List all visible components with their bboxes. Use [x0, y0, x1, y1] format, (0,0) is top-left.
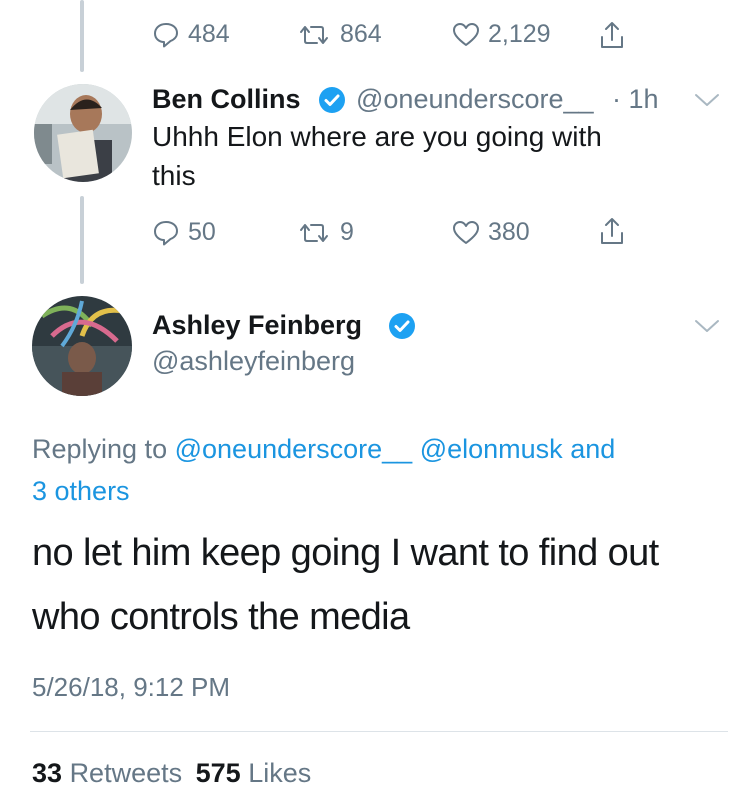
reply-action[interactable]: 50: [152, 218, 216, 247]
like-count: 2,129: [488, 20, 551, 48]
verified-badge-icon: [319, 87, 345, 113]
like-action[interactable]: 380: [452, 218, 530, 247]
avatar-ben-collins[interactable]: [34, 84, 132, 182]
reply-mention-link[interactable]: @elonmusk: [420, 434, 563, 464]
retweets-count: 33: [32, 758, 63, 788]
reply-count: 484: [188, 20, 230, 48]
author-handle[interactable]: @oneunderscore__: [356, 84, 594, 115]
stats-divider: [30, 731, 728, 732]
share-icon: [601, 218, 623, 244]
tweet-text-line2: who controls the media: [32, 596, 410, 638]
avatar-ashley-feinberg[interactable]: [32, 296, 132, 396]
likes-label: Likes: [248, 758, 312, 788]
share-action[interactable]: [598, 20, 626, 50]
reply-count: 50: [188, 218, 216, 246]
retweet-icon: [300, 25, 328, 44]
retweet-count: 864: [340, 20, 382, 48]
tweet-time[interactable]: · 1h: [612, 84, 659, 115]
tweet-text-line1: no let him keep going I want to find out: [32, 532, 659, 574]
chevron-down-icon[interactable]: [694, 92, 720, 108]
heart-icon: [453, 220, 479, 244]
reply-icon: [154, 220, 178, 245]
share-icon: [601, 22, 623, 48]
heart-icon: [453, 22, 479, 46]
replying-to-label: Replying to: [32, 434, 168, 464]
tweet-text-line1: Uhhh Elon where are you going with: [152, 121, 602, 152]
author-handle[interactable]: @ashleyfeinberg: [152, 346, 355, 377]
avatar-photo: [34, 84, 132, 182]
retweets-stat[interactable]: 33 Retweets: [32, 758, 190, 788]
reply-action[interactable]: 484: [152, 20, 230, 49]
avatar-photo: [32, 296, 132, 396]
replying-to-line: Replying to @oneunderscore__ @elonmusk a…: [32, 434, 615, 465]
retweet-icon: [300, 223, 328, 242]
chevron-down-icon[interactable]: [694, 318, 720, 334]
reply-others-link[interactable]: 3 others: [32, 476, 130, 507]
tweet-timestamp[interactable]: 5/26/18, 9:12 PM: [32, 672, 230, 703]
share-action[interactable]: [598, 216, 626, 246]
reply-and-text[interactable]: and: [570, 434, 615, 464]
author-name[interactable]: Ashley Feinberg: [152, 310, 362, 341]
like-count: 380: [488, 218, 530, 246]
retweet-action[interactable]: 864: [296, 20, 382, 49]
retweet-count: 9: [340, 218, 354, 246]
tweet-text-line2: this: [152, 160, 196, 191]
thread-line-top: [80, 0, 84, 72]
author-name[interactable]: Ben Collins: [152, 84, 301, 115]
reply-mention-link[interactable]: @oneunderscore__: [175, 434, 413, 464]
retweets-label: Retweets: [69, 758, 183, 788]
like-action[interactable]: 2,129: [452, 20, 551, 49]
verified-badge-icon: [389, 313, 415, 339]
retweet-action[interactable]: 9: [296, 218, 354, 247]
likes-count: 575: [195, 758, 241, 788]
reply-icon: [154, 22, 178, 47]
thread-line-middle: [80, 196, 84, 284]
likes-stat[interactable]: 575 Likes: [196, 758, 312, 788]
engagement-stats: 33 Retweets 575 Likes: [32, 758, 311, 789]
